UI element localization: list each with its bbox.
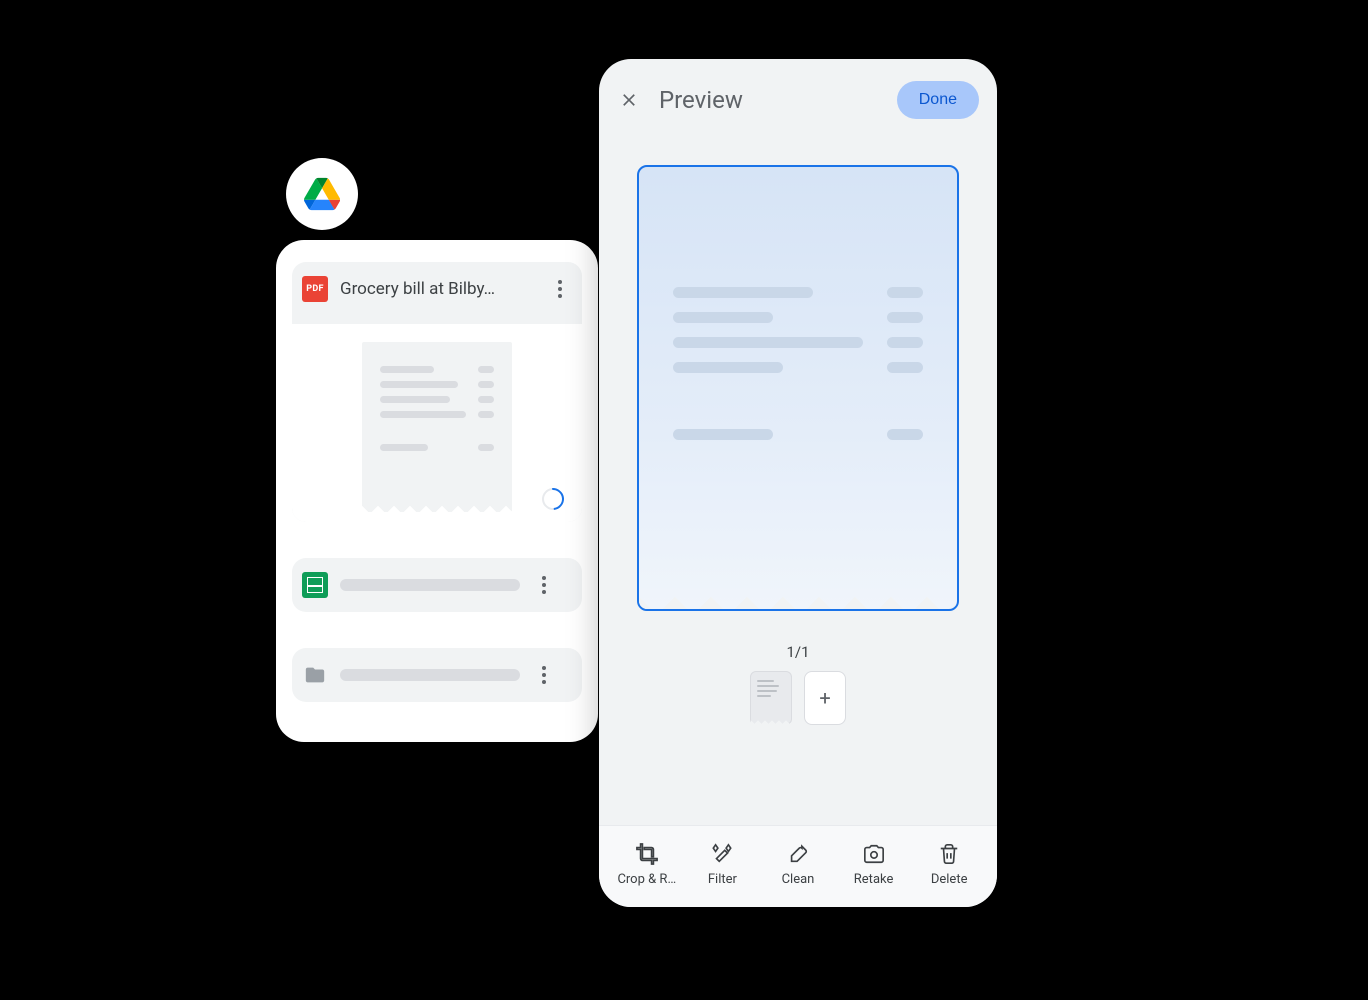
- file-name-skeleton: [340, 669, 520, 681]
- loading-spinner-icon: [538, 484, 569, 515]
- page-counter: 1/1: [786, 643, 809, 661]
- action-label: Clean: [782, 872, 815, 887]
- more-options-button[interactable]: [532, 573, 556, 597]
- file-thumbnail-area: [292, 324, 582, 522]
- drive-icon: [304, 176, 340, 212]
- clean-button[interactable]: Clean: [768, 842, 828, 887]
- google-drive-logo: [286, 158, 358, 230]
- magic-wand-icon: [710, 842, 734, 866]
- folder-icon: [302, 662, 328, 688]
- retake-button[interactable]: Retake: [844, 842, 904, 887]
- action-label: Delete: [931, 872, 968, 887]
- preview-title: Preview: [659, 86, 879, 114]
- plus-icon: +: [819, 686, 830, 710]
- filter-button[interactable]: Filter: [692, 842, 752, 887]
- drive-file-list-card: PDF Grocery bill at Bilby…: [276, 240, 598, 742]
- sheets-icon: [302, 572, 328, 598]
- action-label: Filter: [708, 872, 737, 887]
- crop-icon: [635, 842, 659, 866]
- preview-action-bar: Crop & R… Filter Clean Retake Delete: [599, 825, 997, 907]
- scan-preview-panel: Preview Done 1/1 +: [599, 59, 997, 907]
- preview-body: 1/1 +: [599, 137, 997, 825]
- camera-icon: [862, 842, 886, 866]
- action-label: Retake: [854, 872, 894, 887]
- add-page-button[interactable]: +: [804, 671, 846, 725]
- action-label: Crop & R…: [617, 872, 676, 887]
- crop-rotate-button[interactable]: Crop & R…: [617, 842, 677, 887]
- delete-button[interactable]: Delete: [919, 842, 979, 887]
- scanned-document-preview[interactable]: [637, 165, 959, 611]
- done-button[interactable]: Done: [897, 81, 979, 119]
- file-row-folder[interactable]: [292, 648, 582, 702]
- eraser-icon: [786, 842, 810, 866]
- more-options-button[interactable]: [548, 277, 572, 301]
- trash-icon: [937, 842, 961, 866]
- pdf-icon: PDF: [302, 276, 328, 302]
- file-name: Grocery bill at Bilby…: [340, 279, 536, 299]
- close-icon: [619, 90, 639, 110]
- page-thumbnail[interactable]: [750, 671, 792, 725]
- receipt-thumbnail: [362, 342, 512, 512]
- page-thumbnails-row: +: [750, 671, 846, 725]
- close-button[interactable]: [617, 88, 641, 112]
- more-options-button[interactable]: [532, 663, 556, 687]
- file-name-skeleton: [340, 579, 520, 591]
- file-row-sheets[interactable]: [292, 558, 582, 612]
- preview-header: Preview Done: [599, 59, 997, 137]
- file-row-pdf[interactable]: PDF Grocery bill at Bilby…: [292, 262, 582, 522]
